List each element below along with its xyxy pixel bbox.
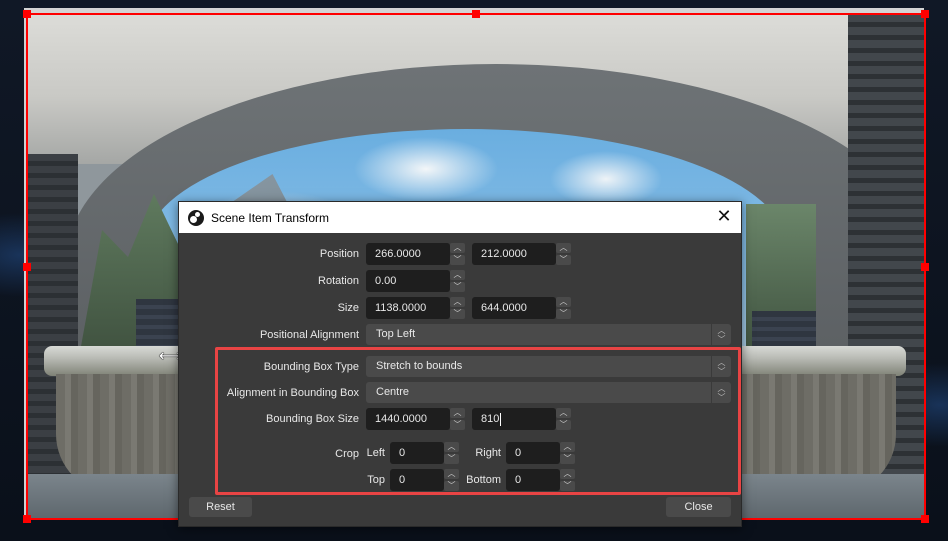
resize-handle-top-right[interactable]	[921, 10, 929, 18]
bounding-box-width-decrement[interactable]: ﹀	[450, 420, 465, 430]
position-x-input[interactable]: 266.0000	[366, 243, 450, 265]
size-width-decrement[interactable]: ﹀	[450, 309, 465, 319]
crop-right-stepper[interactable]: ︿ ﹀	[560, 442, 575, 464]
bounding-box-height-increment[interactable]: ︿	[556, 408, 571, 418]
crop-right-increment[interactable]: ︿	[560, 442, 575, 452]
bounding-box-height-stepper[interactable]: ︿ ﹀	[556, 408, 571, 430]
scene-item-transform-dialog: Scene Item Transform ✕ Position 266.0000…	[178, 201, 742, 527]
crop-right-input[interactable]: 0	[506, 442, 560, 464]
position-x-increment[interactable]: ︿	[450, 243, 465, 253]
rotation-decrement[interactable]: ﹀	[450, 282, 465, 292]
crop-bottom-increment[interactable]: ︿	[560, 469, 575, 479]
size-height-increment[interactable]: ︿	[556, 297, 571, 307]
crop-left-label: Left	[366, 447, 385, 459]
alignment-in-bounding-box-value: Centre	[376, 386, 410, 398]
crop-right-label: Right	[475, 447, 501, 459]
bounding-box-height-input[interactable]: 810	[472, 408, 556, 430]
combo-chevron-icon: ︿ ﹀	[711, 324, 731, 345]
close-button[interactable]: Close	[666, 497, 731, 517]
bounding-box-width-stepper[interactable]: ︿ ﹀	[450, 408, 465, 430]
size-width-input[interactable]: 1138.0000	[366, 297, 450, 319]
size-width-stepper[interactable]: ︿ ﹀	[450, 297, 465, 319]
crop-bottom-input[interactable]: 0	[506, 469, 560, 491]
crop-top-label: Top	[367, 474, 385, 486]
close-icon[interactable]: ✕	[715, 208, 733, 226]
positional-alignment-select[interactable]: Top Left ︿ ﹀	[366, 324, 731, 345]
combo-chevron-icon: ︿ ﹀	[711, 382, 731, 403]
alignment-in-bounding-box-select[interactable]: Centre ︿ ﹀	[366, 382, 731, 403]
bounding-box-type-select[interactable]: Stretch to bounds ︿ ﹀	[366, 356, 731, 377]
combo-chevron-icon: ︿ ﹀	[711, 356, 731, 377]
position-y-decrement[interactable]: ﹀	[556, 255, 571, 265]
bounding-box-width-increment[interactable]: ︿	[450, 408, 465, 418]
dialog-titlebar[interactable]: Scene Item Transform ✕	[179, 202, 741, 233]
crop-left-input[interactable]: 0	[390, 442, 444, 464]
crop-bottom-stepper[interactable]: ︿ ﹀	[560, 469, 575, 491]
resize-handle-right[interactable]	[921, 263, 929, 271]
dialog-title: Scene Item Transform	[211, 210, 330, 225]
crop-right-decrement[interactable]: ﹀	[560, 454, 575, 464]
crop-bottom-decrement[interactable]: ﹀	[560, 481, 575, 491]
bounding-box-size-label: Bounding Box Size	[266, 413, 359, 425]
bounding-box-height-decrement[interactable]: ﹀	[556, 420, 571, 430]
size-height-stepper[interactable]: ︿ ﹀	[556, 297, 571, 319]
resize-handle-bottom-left[interactable]	[23, 515, 31, 523]
positional-alignment-label: Positional Alignment	[259, 329, 359, 341]
bounding-box-type-label: Bounding Box Type	[263, 361, 359, 373]
resize-handle-bottom-right[interactable]	[921, 515, 929, 523]
size-width-increment[interactable]: ︿	[450, 297, 465, 307]
position-y-input[interactable]: 212.0000	[472, 243, 556, 265]
size-height-decrement[interactable]: ﹀	[556, 309, 571, 319]
rotation-label: Rotation	[318, 275, 359, 287]
position-x-decrement[interactable]: ﹀	[450, 255, 465, 265]
resize-handle-top[interactable]	[472, 10, 480, 18]
size-height-input[interactable]: 644.0000	[472, 297, 556, 319]
rotation-input[interactable]: 0.00	[366, 270, 450, 292]
bounding-box-type-value: Stretch to bounds	[376, 360, 463, 372]
position-y-increment[interactable]: ︿	[556, 243, 571, 253]
obs-logo-icon	[188, 209, 204, 226]
crop-left-stepper[interactable]: ︿ ﹀	[444, 442, 459, 464]
rotation-stepper[interactable]: ︿ ﹀	[450, 270, 465, 292]
rotation-increment[interactable]: ︿	[450, 270, 465, 280]
bounding-box-width-input[interactable]: 1440.0000	[366, 408, 450, 430]
crop-top-input[interactable]: 0	[390, 469, 444, 491]
positional-alignment-value: Top Left	[376, 328, 416, 340]
text-caret	[500, 412, 502, 426]
crop-bottom-label: Bottom	[466, 474, 501, 486]
crop-left-increment[interactable]: ︿	[444, 442, 459, 452]
resize-handle-left[interactable]	[23, 263, 31, 271]
reset-button[interactable]: Reset	[189, 497, 252, 517]
resize-handle-top-left[interactable]	[23, 10, 31, 18]
crop-left-decrement[interactable]: ﹀	[444, 454, 459, 464]
alignment-in-bounding-box-label: Alignment in Bounding Box	[226, 387, 359, 399]
size-label: Size	[337, 302, 359, 314]
position-y-stepper[interactable]: ︿ ﹀	[556, 243, 571, 265]
position-x-stepper[interactable]: ︿ ﹀	[450, 243, 465, 265]
bounding-box-height-value: 810	[481, 413, 500, 425]
position-label: Position	[319, 248, 359, 260]
